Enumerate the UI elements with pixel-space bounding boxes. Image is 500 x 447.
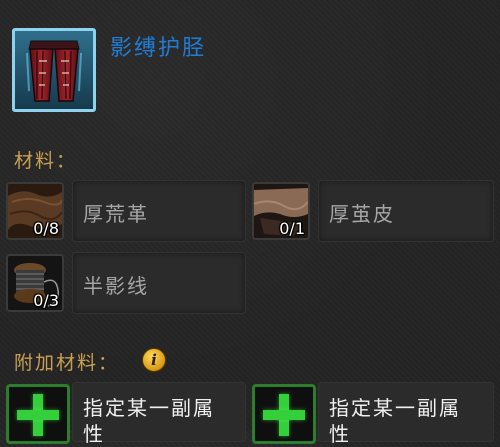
material-name: 半影线 xyxy=(83,274,149,298)
material-slot-dense-hide[interactable]: 0/8 xyxy=(6,182,64,240)
material-panel: 厚荒革 xyxy=(72,180,246,242)
material-slot-penumbra-thread[interactable]: 0/3 xyxy=(6,254,64,312)
material-name: 厚茧皮 xyxy=(329,202,395,226)
material-count: 0/3 xyxy=(33,291,59,310)
material-slot-callous-hide[interactable]: 0/1 xyxy=(252,182,310,240)
optional-reagent-panel: 指定某一副属性 xyxy=(318,382,494,446)
material-count: 0/8 xyxy=(33,219,59,238)
material-count: 0/1 xyxy=(279,219,305,238)
optional-reagent-text: 指定某一副属性 xyxy=(329,396,461,446)
optional-reagent-slot-2[interactable] xyxy=(252,384,316,444)
material-name: 厚荒革 xyxy=(83,202,149,226)
material-panel: 半影线 xyxy=(72,252,246,314)
material-panel: 厚茧皮 xyxy=(318,180,494,242)
item-title: 影缚护胫 xyxy=(110,36,207,61)
optional-reagent-text: 指定某一副属性 xyxy=(83,396,215,446)
optional-materials-label: 附加材料： xyxy=(14,352,120,374)
info-icon[interactable]: i xyxy=(142,348,166,372)
optional-reagent-slot-1[interactable] xyxy=(6,384,70,444)
leggings-icon xyxy=(15,31,93,109)
optional-reagent-panel: 指定某一副属性 xyxy=(72,382,246,446)
materials-label: 材料： xyxy=(14,150,78,172)
crafted-item-slot[interactable] xyxy=(12,28,96,112)
